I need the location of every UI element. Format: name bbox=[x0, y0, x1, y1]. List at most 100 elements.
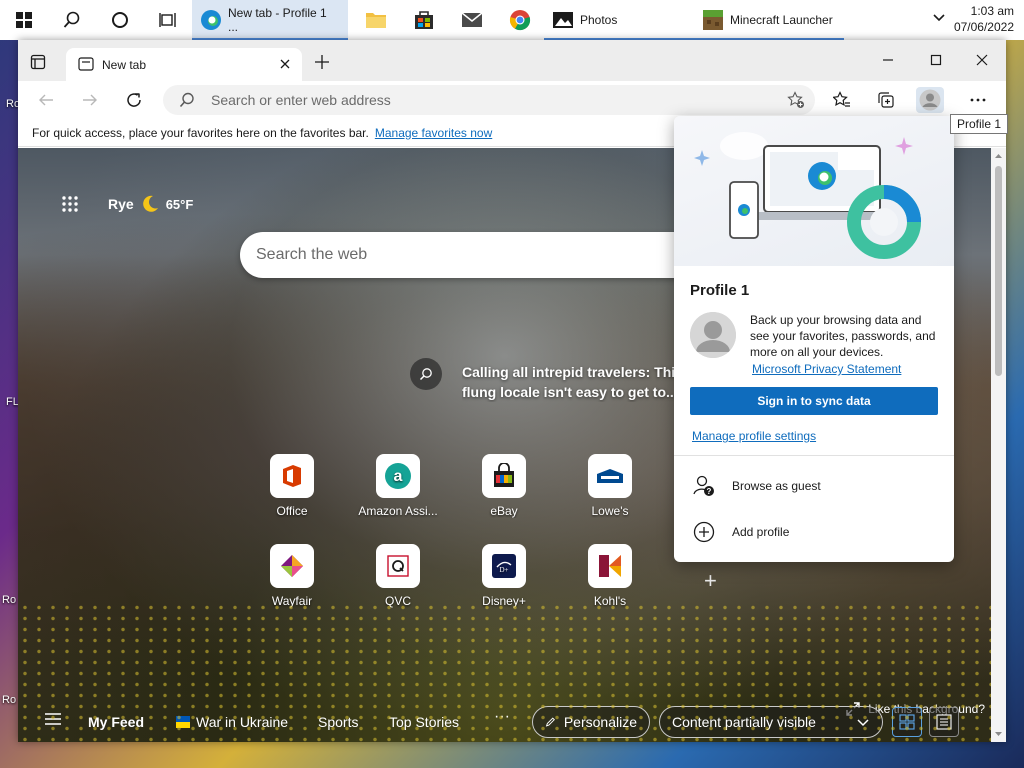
scroll-up-icon bbox=[995, 154, 1002, 158]
title-bar: New tab bbox=[18, 40, 1006, 81]
system-tray-chevron[interactable] bbox=[932, 10, 946, 27]
scroll-down-icon bbox=[995, 732, 1002, 736]
quick-link-amazon-assistant[interactable]: a Amazon Assi... bbox=[352, 454, 444, 518]
forward-button[interactable] bbox=[80, 90, 100, 110]
feed-tab-top-stories[interactable]: Top Stories bbox=[389, 714, 459, 730]
cortana-button[interactable] bbox=[96, 0, 144, 40]
arrow-left-icon bbox=[39, 94, 53, 106]
page-scrollbar[interactable] bbox=[991, 148, 1006, 742]
feed-tab-sports[interactable]: Sports bbox=[318, 714, 358, 730]
desktop-icon-label: FL bbox=[6, 396, 19, 408]
start-button[interactable] bbox=[0, 0, 48, 40]
quick-link-disney-plus[interactable]: D+ Disney+ bbox=[458, 544, 550, 608]
clock-date: 07/06/2022 bbox=[953, 20, 1014, 34]
quick-link-label: Wayfair bbox=[271, 594, 313, 608]
background-story[interactable]: Calling all intrepid travelers: This fa … bbox=[462, 362, 682, 402]
new-tab-page-icon bbox=[78, 57, 94, 71]
feed-menu-button[interactable] bbox=[44, 712, 62, 729]
profile-button[interactable] bbox=[916, 87, 944, 113]
plus-circle-icon bbox=[693, 521, 715, 543]
edge-icon bbox=[201, 10, 221, 30]
address-bar[interactable]: Search or enter web address bbox=[163, 85, 815, 115]
task-view-icon bbox=[159, 13, 176, 27]
windows-icon bbox=[16, 12, 32, 28]
taskbar-mail[interactable] bbox=[448, 0, 496, 40]
add-quick-link-button[interactable]: + bbox=[704, 568, 717, 594]
add-profile-button[interactable]: Add profile bbox=[692, 520, 789, 544]
settings-and-more-button[interactable] bbox=[964, 87, 992, 113]
tab-close-button[interactable] bbox=[278, 57, 292, 71]
refresh-button[interactable] bbox=[124, 90, 144, 110]
chevron-down-icon bbox=[857, 719, 869, 727]
like-background-link[interactable]: Like this background? bbox=[846, 702, 985, 716]
taskbar-store[interactable] bbox=[400, 0, 448, 40]
tab-new-tab[interactable]: New tab bbox=[66, 48, 302, 81]
taskbar-chrome[interactable] bbox=[496, 0, 544, 40]
clock-time: 1:03 am bbox=[970, 4, 1014, 18]
grid-icon bbox=[899, 714, 915, 730]
svg-text:?: ? bbox=[707, 487, 712, 496]
search-button[interactable] bbox=[48, 0, 96, 40]
taskbar-app-minecraft[interactable]: Minecraft Launcher bbox=[694, 0, 844, 40]
like-background-label: Like this background? bbox=[868, 702, 985, 716]
more-horizontal-icon bbox=[970, 98, 986, 102]
privacy-statement-link[interactable]: Microsoft Privacy Statement bbox=[752, 362, 901, 376]
quick-link-kohls[interactable]: Kohl's bbox=[564, 544, 656, 608]
taskbar-app-label: Minecraft Launcher bbox=[730, 13, 833, 27]
plus-icon bbox=[315, 55, 329, 69]
image-info-button[interactable] bbox=[410, 358, 442, 390]
weather-widget[interactable]: Rye 65°F bbox=[108, 194, 193, 214]
manage-favorites-link[interactable]: Manage favorites now bbox=[375, 126, 492, 140]
quick-link-ebay[interactable]: eBay bbox=[458, 454, 550, 518]
list-layout-button[interactable] bbox=[929, 707, 959, 737]
qvc-icon bbox=[376, 544, 420, 588]
personalize-button[interactable]: Personalize bbox=[532, 706, 650, 738]
grid-layout-button[interactable] bbox=[892, 707, 922, 737]
tab-actions-button[interactable] bbox=[30, 54, 46, 70]
feed-more-button[interactable]: ··· bbox=[494, 708, 510, 726]
browse-as-guest-button[interactable]: ? Browse as guest bbox=[692, 474, 821, 498]
minimize-icon bbox=[883, 59, 893, 61]
content-visibility-value: Content partially visible bbox=[672, 714, 816, 730]
refresh-icon bbox=[127, 93, 141, 107]
desktop-icon-label: Ro bbox=[2, 594, 17, 606]
taskbar-file-explorer[interactable] bbox=[352, 0, 400, 40]
favorites-button[interactable] bbox=[828, 87, 856, 113]
search-icon bbox=[419, 368, 432, 381]
quick-link-wayfair[interactable]: Wayfair bbox=[246, 544, 338, 608]
moon-icon bbox=[142, 195, 158, 212]
sign-in-sync-button[interactable]: Sign in to sync data bbox=[690, 387, 938, 415]
svg-text:D+: D+ bbox=[499, 566, 508, 574]
ukraine-flag-icon bbox=[176, 716, 190, 728]
navigation-toolbar: Search or enter web address bbox=[18, 81, 1006, 119]
quick-link-lowes[interactable]: Lowe's bbox=[564, 454, 656, 518]
chevron-down-icon bbox=[933, 14, 945, 22]
minimize-button[interactable] bbox=[878, 50, 898, 70]
system-clock[interactable]: 1:03 am 07/06/2022 bbox=[954, 3, 1014, 35]
taskbar-app-label: Photos bbox=[580, 13, 618, 27]
collections-button[interactable] bbox=[872, 87, 900, 113]
collections-icon bbox=[878, 92, 894, 108]
feed-tab-my-feed[interactable]: My Feed bbox=[88, 714, 144, 730]
manage-profile-settings-link[interactable]: Manage profile settings bbox=[692, 429, 816, 443]
task-view-button[interactable] bbox=[144, 0, 192, 40]
scrollbar-thumb[interactable] bbox=[995, 166, 1002, 376]
back-button[interactable] bbox=[36, 90, 56, 110]
content-visibility-dropdown[interactable]: Content partially visible bbox=[659, 706, 883, 738]
taskbar-app-photos[interactable]: Photos bbox=[544, 0, 694, 40]
maximize-button[interactable] bbox=[926, 50, 946, 70]
pencil-icon bbox=[545, 717, 555, 727]
taskbar-app-edge[interactable]: New tab - Profile 1 ... bbox=[192, 0, 348, 40]
feed-tab-war-in-ukraine[interactable]: War in Ukraine bbox=[176, 714, 288, 730]
mail-icon bbox=[461, 12, 483, 27]
web-search-box[interactable]: Search the web bbox=[240, 232, 710, 278]
waffle-icon bbox=[62, 196, 78, 212]
add-favorite-icon[interactable] bbox=[787, 91, 805, 109]
close-window-button[interactable] bbox=[972, 50, 992, 70]
apps-launcher-button[interactable] bbox=[60, 194, 80, 214]
desktop-icon-label: Ro bbox=[2, 694, 17, 706]
disney-plus-icon: D+ bbox=[482, 544, 526, 588]
quick-link-qvc[interactable]: QVC bbox=[352, 544, 444, 608]
new-tab-button[interactable] bbox=[314, 54, 330, 70]
quick-link-office[interactable]: Office bbox=[246, 454, 338, 518]
